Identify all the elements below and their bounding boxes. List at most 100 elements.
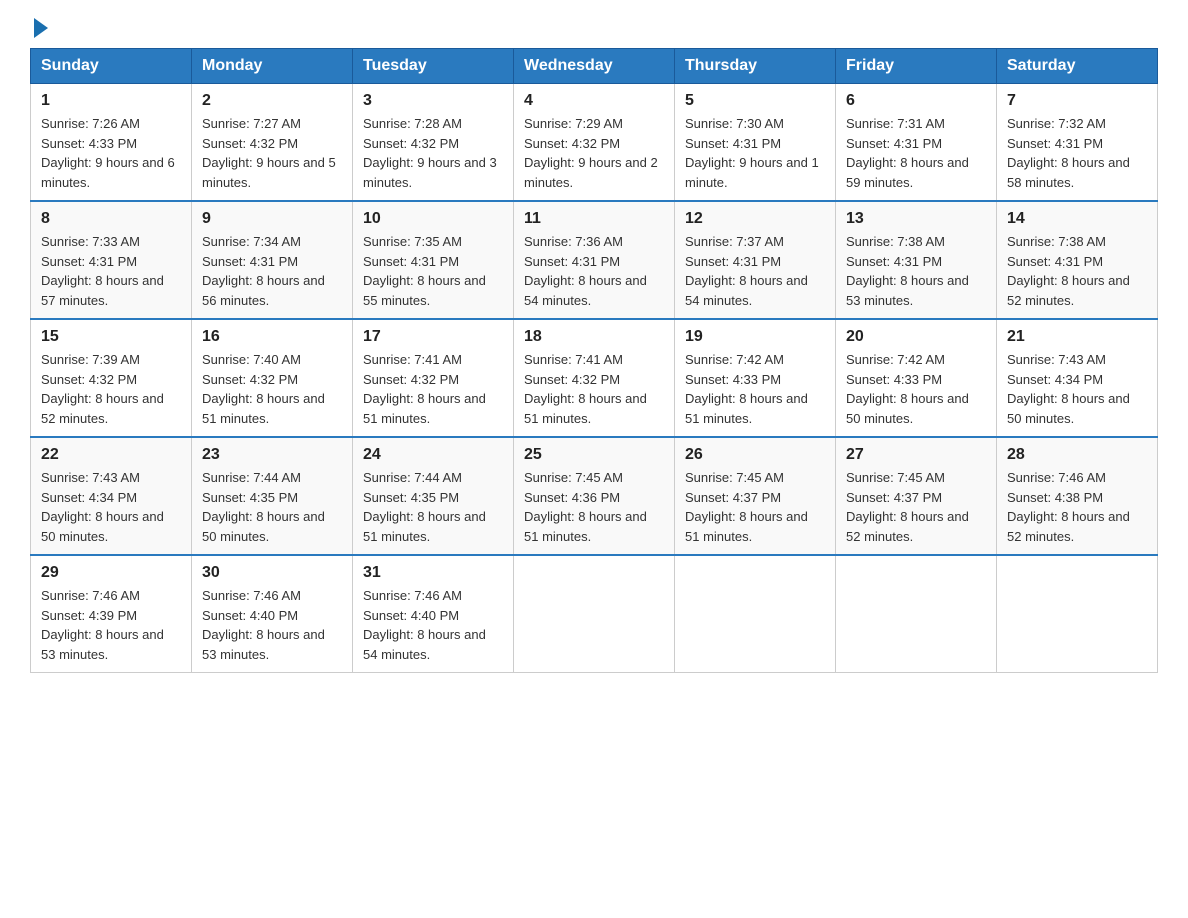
weekday-header-thursday: Thursday	[675, 49, 836, 84]
calendar-cell: 3 Sunrise: 7:28 AMSunset: 4:32 PMDaylight…	[353, 84, 514, 202]
day-number: 30	[202, 564, 342, 582]
calendar-cell: 22Sunrise: 7:43 AMSunset: 4:34 PMDayligh…	[31, 437, 192, 555]
day-number: 1	[41, 92, 181, 110]
day-info: Sunrise: 7:42 AMSunset: 4:33 PMDaylight:…	[846, 350, 986, 428]
weekday-header-sunday: Sunday	[31, 49, 192, 84]
day-info: Sunrise: 7:26 AMSunset: 4:33 PMDaylight:…	[41, 114, 181, 192]
day-number: 18	[524, 328, 664, 346]
day-number: 10	[363, 210, 503, 228]
calendar-cell	[675, 555, 836, 673]
weekday-header-row: SundayMondayTuesdayWednesdayThursdayFrid…	[31, 49, 1158, 84]
day-info: Sunrise: 7:28 AMSunset: 4:32 PMDaylight:…	[363, 114, 503, 192]
day-info: Sunrise: 7:45 AMSunset: 4:36 PMDaylight:…	[524, 468, 664, 546]
week-row-1: 1 Sunrise: 7:26 AMSunset: 4:33 PMDaylight…	[31, 84, 1158, 202]
calendar-cell: 6 Sunrise: 7:31 AMSunset: 4:31 PMDaylight…	[836, 84, 997, 202]
calendar-cell: 20 Sunrise: 7:42 AMSunset: 4:33 PMDayligh…	[836, 319, 997, 437]
day-number: 17	[363, 328, 503, 346]
day-number: 7	[1007, 92, 1147, 110]
calendar-cell: 13 Sunrise: 7:38 AMSunset: 4:31 PMDayligh…	[836, 201, 997, 319]
week-row-4: 22Sunrise: 7:43 AMSunset: 4:34 PMDayligh…	[31, 437, 1158, 555]
day-info: Sunrise: 7:45 AMSunset: 4:37 PMDaylight:…	[846, 468, 986, 546]
week-row-3: 15Sunrise: 7:39 AMSunset: 4:32 PMDayligh…	[31, 319, 1158, 437]
weekday-header-wednesday: Wednesday	[514, 49, 675, 84]
calendar-cell: 25 Sunrise: 7:45 AMSunset: 4:36 PMDayligh…	[514, 437, 675, 555]
day-number: 5	[685, 92, 825, 110]
day-info: Sunrise: 7:46 AMSunset: 4:38 PMDaylight:…	[1007, 468, 1147, 546]
day-number: 21	[1007, 328, 1147, 346]
day-number: 25	[524, 446, 664, 464]
day-info: Sunrise: 7:31 AMSunset: 4:31 PMDaylight:…	[846, 114, 986, 192]
calendar-cell: 31 Sunrise: 7:46 AMSunset: 4:40 PMDayligh…	[353, 555, 514, 673]
day-number: 28	[1007, 446, 1147, 464]
day-info: Sunrise: 7:44 AMSunset: 4:35 PMDaylight:…	[202, 468, 342, 546]
calendar-cell	[836, 555, 997, 673]
weekday-header-monday: Monday	[192, 49, 353, 84]
day-number: 19	[685, 328, 825, 346]
day-number: 13	[846, 210, 986, 228]
calendar-cell: 30 Sunrise: 7:46 AMSunset: 4:40 PMDayligh…	[192, 555, 353, 673]
calendar-cell: 2 Sunrise: 7:27 AMSunset: 4:32 PMDaylight…	[192, 84, 353, 202]
day-number: 27	[846, 446, 986, 464]
weekday-header-friday: Friday	[836, 49, 997, 84]
calendar-table: SundayMondayTuesdayWednesdayThursdayFrid…	[30, 48, 1158, 673]
calendar-cell: 29Sunrise: 7:46 AMSunset: 4:39 PMDayligh…	[31, 555, 192, 673]
day-info: Sunrise: 7:40 AMSunset: 4:32 PMDaylight:…	[202, 350, 342, 428]
day-number: 29	[41, 564, 181, 582]
day-number: 9	[202, 210, 342, 228]
page-header	[30, 20, 1158, 38]
calendar-cell: 17Sunrise: 7:41 AMSunset: 4:32 PMDayligh…	[353, 319, 514, 437]
calendar-cell: 26 Sunrise: 7:45 AMSunset: 4:37 PMDayligh…	[675, 437, 836, 555]
calendar-cell: 7 Sunrise: 7:32 AMSunset: 4:31 PMDaylight…	[997, 84, 1158, 202]
calendar-cell: 28 Sunrise: 7:46 AMSunset: 4:38 PMDayligh…	[997, 437, 1158, 555]
calendar-cell: 1 Sunrise: 7:26 AMSunset: 4:33 PMDaylight…	[31, 84, 192, 202]
day-info: Sunrise: 7:30 AMSunset: 4:31 PMDaylight:…	[685, 114, 825, 192]
calendar-cell: 21Sunrise: 7:43 AMSunset: 4:34 PMDayligh…	[997, 319, 1158, 437]
day-number: 11	[524, 210, 664, 228]
day-number: 31	[363, 564, 503, 582]
week-row-5: 29Sunrise: 7:46 AMSunset: 4:39 PMDayligh…	[31, 555, 1158, 673]
logo	[30, 20, 48, 38]
week-row-2: 8Sunrise: 7:33 AMSunset: 4:31 PMDaylight…	[31, 201, 1158, 319]
day-info: Sunrise: 7:27 AMSunset: 4:32 PMDaylight:…	[202, 114, 342, 192]
weekday-header-saturday: Saturday	[997, 49, 1158, 84]
day-number: 20	[846, 328, 986, 346]
day-info: Sunrise: 7:32 AMSunset: 4:31 PMDaylight:…	[1007, 114, 1147, 192]
logo-arrow-icon	[34, 18, 48, 38]
day-number: 23	[202, 446, 342, 464]
day-info: Sunrise: 7:42 AMSunset: 4:33 PMDaylight:…	[685, 350, 825, 428]
day-info: Sunrise: 7:46 AMSunset: 4:40 PMDaylight:…	[363, 586, 503, 664]
calendar-cell: 9Sunrise: 7:34 AMSunset: 4:31 PMDaylight…	[192, 201, 353, 319]
day-number: 6	[846, 92, 986, 110]
calendar-cell: 15Sunrise: 7:39 AMSunset: 4:32 PMDayligh…	[31, 319, 192, 437]
day-number: 15	[41, 328, 181, 346]
day-info: Sunrise: 7:41 AMSunset: 4:32 PMDaylight:…	[524, 350, 664, 428]
calendar-cell: 16Sunrise: 7:40 AMSunset: 4:32 PMDayligh…	[192, 319, 353, 437]
calendar-cell: 14Sunrise: 7:38 AMSunset: 4:31 PMDayligh…	[997, 201, 1158, 319]
day-info: Sunrise: 7:38 AMSunset: 4:31 PMDaylight:…	[1007, 232, 1147, 310]
calendar-cell: 18 Sunrise: 7:41 AMSunset: 4:32 PMDayligh…	[514, 319, 675, 437]
day-info: Sunrise: 7:38 AMSunset: 4:31 PMDaylight:…	[846, 232, 986, 310]
weekday-header-tuesday: Tuesday	[353, 49, 514, 84]
day-info: Sunrise: 7:33 AMSunset: 4:31 PMDaylight:…	[41, 232, 181, 310]
calendar-cell: 4 Sunrise: 7:29 AMSunset: 4:32 PMDaylight…	[514, 84, 675, 202]
calendar-cell	[997, 555, 1158, 673]
calendar-cell: 24Sunrise: 7:44 AMSunset: 4:35 PMDayligh…	[353, 437, 514, 555]
day-info: Sunrise: 7:37 AMSunset: 4:31 PMDaylight:…	[685, 232, 825, 310]
calendar-cell: 23 Sunrise: 7:44 AMSunset: 4:35 PMDayligh…	[192, 437, 353, 555]
day-number: 24	[363, 446, 503, 464]
day-info: Sunrise: 7:35 AMSunset: 4:31 PMDaylight:…	[363, 232, 503, 310]
day-info: Sunrise: 7:46 AMSunset: 4:40 PMDaylight:…	[202, 586, 342, 664]
day-number: 26	[685, 446, 825, 464]
calendar-cell: 11 Sunrise: 7:36 AMSunset: 4:31 PMDayligh…	[514, 201, 675, 319]
day-number: 12	[685, 210, 825, 228]
day-number: 3	[363, 92, 503, 110]
day-number: 4	[524, 92, 664, 110]
day-info: Sunrise: 7:36 AMSunset: 4:31 PMDaylight:…	[524, 232, 664, 310]
calendar-cell: 19 Sunrise: 7:42 AMSunset: 4:33 PMDayligh…	[675, 319, 836, 437]
calendar-cell	[514, 555, 675, 673]
day-number: 2	[202, 92, 342, 110]
calendar-cell: 27 Sunrise: 7:45 AMSunset: 4:37 PMDayligh…	[836, 437, 997, 555]
calendar-cell: 10 Sunrise: 7:35 AMSunset: 4:31 PMDayligh…	[353, 201, 514, 319]
day-info: Sunrise: 7:29 AMSunset: 4:32 PMDaylight:…	[524, 114, 664, 192]
day-info: Sunrise: 7:45 AMSunset: 4:37 PMDaylight:…	[685, 468, 825, 546]
